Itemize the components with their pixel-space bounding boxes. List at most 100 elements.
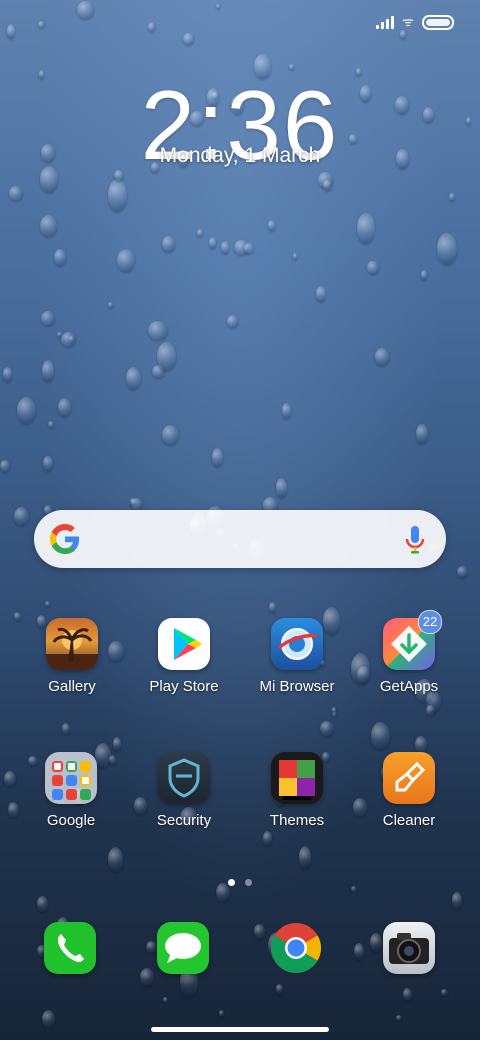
raindrop <box>54 248 67 266</box>
raindrop <box>374 347 390 367</box>
app-google-folder[interactable]: Google <box>15 752 127 829</box>
dock-phone[interactable] <box>14 922 126 974</box>
google-g-icon <box>50 524 80 554</box>
status-bar: ᯤ <box>376 12 454 32</box>
raindrop <box>108 301 114 309</box>
raindrop <box>41 359 55 382</box>
app-security[interactable]: Security <box>128 752 240 829</box>
app-themes[interactable]: Themes <box>241 752 353 829</box>
raindrop <box>112 736 121 751</box>
clock-date[interactable]: Monday, 1 March <box>0 144 480 168</box>
raindrop <box>38 21 46 29</box>
raindrop <box>36 896 48 913</box>
raindrop <box>58 398 72 417</box>
raindrop <box>148 320 168 341</box>
gallery-icon <box>46 618 98 670</box>
dock-camera[interactable] <box>353 922 465 974</box>
app-label: Cleaner <box>382 812 436 829</box>
raindrop <box>289 64 294 70</box>
raindrop <box>42 1010 56 1029</box>
home-gesture-bar[interactable] <box>151 1027 329 1032</box>
raindrop <box>234 239 249 256</box>
raindrop <box>332 711 337 717</box>
raindrop <box>331 707 337 714</box>
raindrop <box>226 315 239 328</box>
app-mi-browser[interactable]: Mi Browser <box>241 618 353 695</box>
raindrop <box>147 22 156 33</box>
google-search-bar[interactable] <box>34 510 446 568</box>
cleaner-icon <box>383 752 435 804</box>
raindrop <box>125 366 142 390</box>
raindrop <box>77 0 94 20</box>
page-dot-1[interactable] <box>228 879 235 886</box>
phone-icon <box>44 922 96 974</box>
raindrop <box>262 831 273 847</box>
app-gallery[interactable]: Gallery <box>16 618 128 695</box>
dock-messages[interactable] <box>127 922 239 974</box>
raindrop <box>403 987 412 1002</box>
raindrop <box>183 32 194 45</box>
chrome-icon <box>270 922 322 974</box>
raindrop <box>371 721 391 750</box>
raindrop <box>163 996 168 1004</box>
raindrop <box>116 248 135 272</box>
app-getapps[interactable]: 22 GetApps <box>353 610 465 695</box>
app-label: Themes <box>269 812 325 829</box>
raindrop <box>16 396 36 425</box>
raindrop <box>367 260 379 275</box>
raindrop <box>152 364 165 378</box>
raindrop <box>457 566 469 578</box>
browser-icon <box>271 618 323 670</box>
raindrop <box>276 478 288 498</box>
raindrop <box>449 192 456 201</box>
dock-chrome[interactable] <box>240 922 352 974</box>
raindrop <box>437 233 457 266</box>
app-label: Gallery <box>48 678 96 695</box>
signal-icon <box>376 15 395 29</box>
raindrop <box>244 243 255 255</box>
raindrop <box>281 403 291 419</box>
raindrop <box>61 723 71 736</box>
raindrop <box>219 1010 225 1017</box>
themes-icon <box>271 752 323 804</box>
raindrop <box>276 984 283 994</box>
raindrop <box>61 331 77 348</box>
play-store-icon <box>158 618 210 670</box>
raindrop <box>425 704 435 717</box>
raindrop <box>323 180 333 191</box>
raindrop <box>197 229 203 238</box>
raindrop <box>8 186 23 201</box>
raindrop <box>211 448 223 467</box>
app-cleaner[interactable]: Cleaner <box>353 752 465 829</box>
app-play-store[interactable]: Play Store <box>128 618 240 695</box>
raindrop <box>215 3 220 10</box>
notification-badge: 22 <box>418 610 442 634</box>
raindrop <box>414 736 427 753</box>
wifi-icon: ᯤ <box>402 14 414 29</box>
camera-icon <box>383 922 435 974</box>
app-label: Google <box>46 812 96 829</box>
app-label: Play Store <box>149 678 219 695</box>
raindrop <box>451 891 463 909</box>
mic-icon[interactable] <box>404 524 426 556</box>
raindrop <box>131 498 144 511</box>
raindrop <box>421 269 428 280</box>
raindrop <box>41 311 56 327</box>
raindrop <box>129 498 136 506</box>
raindrop <box>161 425 180 446</box>
raindrop <box>162 236 175 252</box>
raindrop <box>298 846 312 869</box>
page-dot-2[interactable] <box>245 879 252 886</box>
app-label: Mi Browser <box>259 678 335 695</box>
raindrop <box>267 219 276 231</box>
raindrop <box>209 237 217 250</box>
raindrop <box>107 178 128 213</box>
raindrop <box>57 332 62 338</box>
raindrop <box>156 342 177 372</box>
raindrop <box>315 286 327 302</box>
messages-icon <box>157 922 209 974</box>
raindrop <box>395 1014 403 1022</box>
raindrop <box>43 456 53 471</box>
raindrop <box>320 721 334 737</box>
raindrop <box>13 506 30 527</box>
